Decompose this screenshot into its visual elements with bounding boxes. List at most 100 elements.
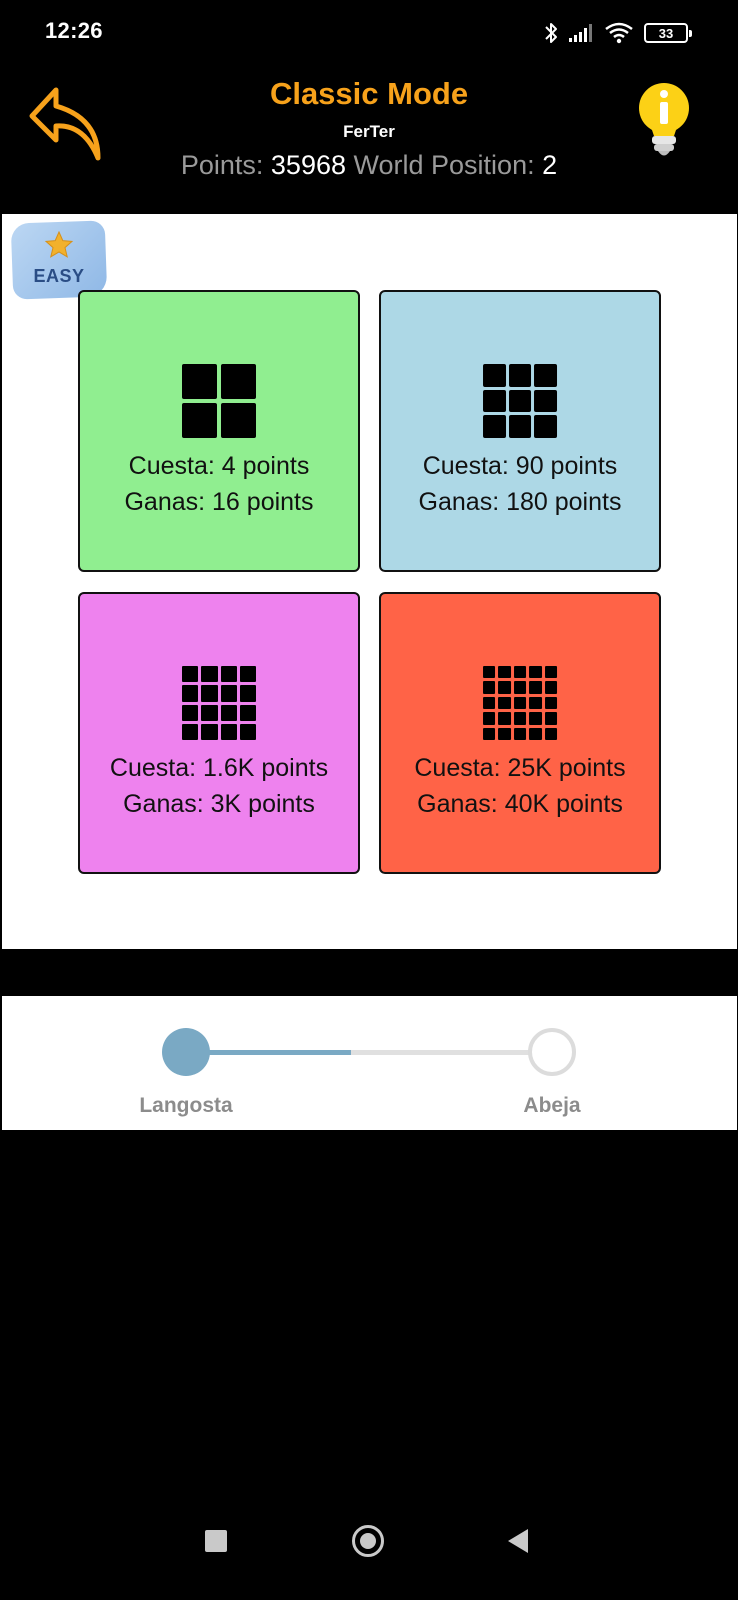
grid-cell	[498, 681, 511, 694]
progress-panel: Langosta Abeja	[2, 996, 737, 1130]
grid-cell	[513, 727, 527, 740]
card-reward: Ganas: 16 points	[124, 488, 314, 516]
progress-end-node[interactable]	[528, 1028, 576, 1076]
player-stats: Points: 35968 World Position: 2	[0, 150, 738, 181]
grid-cell	[220, 723, 237, 740]
grid-3x3-icon	[483, 364, 557, 438]
grid-cell	[529, 712, 542, 725]
grid-cell	[483, 712, 496, 725]
grid-cell	[182, 403, 217, 438]
grid-cell	[529, 696, 542, 710]
star-icon	[44, 230, 74, 260]
difficulty-label: EASY	[33, 266, 85, 286]
card-reward: Ganas: 3K points	[123, 790, 315, 818]
mode-panel: EASY Cuesta: 4 points Ganas: 16 points C…	[2, 214, 737, 949]
grid-2x2-icon	[182, 364, 256, 438]
status-icons: 33	[544, 18, 692, 48]
grid-cell	[534, 415, 557, 438]
wifi-icon	[604, 22, 634, 44]
progress-start-label: Langosta	[139, 1094, 233, 1117]
card-reward: Ganas: 40K points	[417, 790, 623, 818]
grid-cell	[220, 685, 237, 702]
grid-cell	[483, 681, 496, 694]
grid-cell	[182, 364, 217, 399]
username: FerTer	[343, 122, 395, 141]
grid-cell	[508, 364, 532, 387]
grid-cell	[544, 666, 557, 679]
grid-cell	[239, 666, 256, 683]
progress-fill	[186, 1050, 351, 1055]
grid-5x5-icon	[483, 666, 557, 740]
grid-cell	[483, 415, 506, 438]
grid-cell	[239, 685, 256, 702]
world-position-value: 2	[542, 150, 558, 180]
battery-level: 33	[658, 25, 674, 41]
grid-cell	[529, 666, 542, 679]
grid-cell	[221, 364, 256, 399]
grid-cell	[239, 704, 256, 721]
home-icon[interactable]	[352, 1525, 384, 1557]
progress-end-label: Abeja	[523, 1094, 581, 1117]
grid-cell	[544, 727, 557, 740]
points-label: Points:	[180, 150, 264, 180]
back-icon[interactable]	[508, 1529, 528, 1553]
card-cost: Cuesta: 1.6K points	[109, 754, 329, 782]
grid-cell	[529, 727, 542, 740]
signal-icon	[568, 23, 594, 43]
difficulty-badge[interactable]: EASY	[10, 220, 108, 300]
grid-cell	[483, 727, 496, 740]
board-5x5-card[interactable]: Cuesta: 25K points Ganas: 40K points	[379, 592, 661, 874]
lightbulb-info-icon[interactable]	[634, 78, 694, 164]
grid-cell	[498, 712, 511, 725]
grid-cell	[534, 364, 557, 387]
grid-cell	[508, 389, 532, 413]
card-reward: Ganas: 180 points	[418, 488, 622, 516]
grid-cell	[182, 723, 199, 740]
grid-cell	[201, 666, 218, 683]
bluetooth-icon	[544, 21, 558, 45]
grid-cell	[498, 696, 511, 710]
grid-cell	[201, 685, 218, 702]
grid-cell	[544, 712, 557, 725]
grid-cell	[513, 696, 527, 710]
grid-cell	[513, 666, 527, 679]
points-value: 35968	[270, 150, 346, 180]
header: Classic Mode FerTer Points: 35968 World …	[0, 66, 738, 212]
grid-4x4-icon	[182, 666, 256, 740]
grid-cell	[498, 727, 511, 740]
grid-cell	[220, 704, 237, 721]
grid-cell	[221, 403, 256, 438]
grid-cell	[182, 666, 199, 683]
board-4x4-card[interactable]: Cuesta: 1.6K points Ganas: 3K points	[78, 592, 360, 874]
grid-cell	[182, 685, 199, 702]
board-3x3-card[interactable]: Cuesta: 90 points Ganas: 180 points	[379, 290, 661, 572]
card-cost: Cuesta: 25K points	[414, 754, 626, 782]
grid-cell	[239, 723, 256, 740]
grid-cell	[483, 696, 496, 710]
progress-start-node[interactable]	[162, 1028, 210, 1076]
status-time: 12:26	[45, 18, 103, 43]
grid-cell	[513, 681, 527, 694]
grid-cell	[201, 723, 218, 740]
status-bar: 12:26 33	[0, 0, 738, 66]
grid-cell	[483, 364, 506, 387]
grid-cell	[498, 666, 511, 679]
recents-icon[interactable]	[205, 1530, 227, 1552]
world-position-label: World Position:	[353, 150, 535, 180]
grid-cell	[220, 666, 237, 683]
grid-cell	[182, 704, 199, 721]
grid-cell	[534, 389, 557, 413]
battery-icon: 33	[644, 23, 692, 43]
system-nav-bar	[0, 1510, 738, 1600]
card-cost: Cuesta: 90 points	[422, 452, 618, 480]
grid-cell	[529, 681, 542, 694]
card-cost: Cuesta: 4 points	[128, 452, 310, 480]
grid-cell	[544, 681, 557, 694]
grid-cell	[508, 415, 532, 438]
page-title: Classic Mode	[269, 76, 469, 111]
grid-cell	[483, 666, 496, 679]
grid-cell	[513, 712, 527, 725]
board-2x2-card[interactable]: Cuesta: 4 points Ganas: 16 points	[78, 290, 360, 572]
grid-cell	[544, 696, 557, 710]
grid-cell	[201, 704, 218, 721]
